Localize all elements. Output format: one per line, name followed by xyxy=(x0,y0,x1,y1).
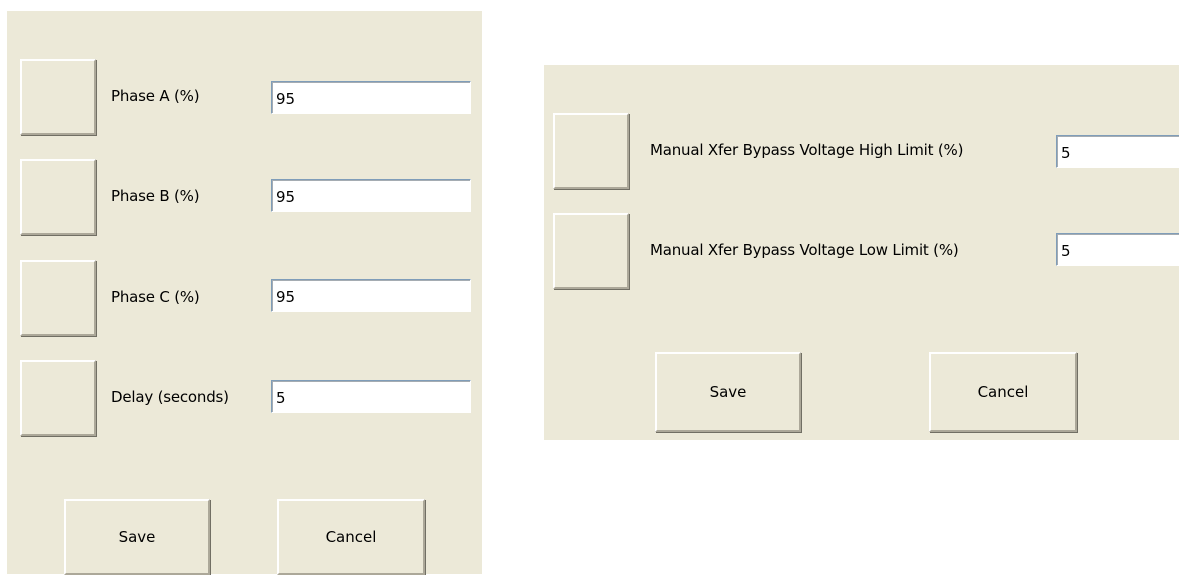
low-limit-label: Manual Xfer Bypass Voltage Low Limit (%) xyxy=(650,241,959,259)
high-limit-input[interactable] xyxy=(1056,135,1179,168)
save-button[interactable]: Save xyxy=(655,352,801,432)
right-dialog: Manual Xfer Bypass Voltage High Limit (%… xyxy=(544,65,1179,440)
high-limit-indicator-button[interactable] xyxy=(553,113,629,189)
cancel-button[interactable]: Cancel xyxy=(277,499,425,575)
phase-b-label: Phase B (%) xyxy=(111,187,200,205)
low-limit-indicator-button[interactable] xyxy=(553,213,629,289)
phase-b-indicator-button[interactable] xyxy=(20,159,96,235)
phase-a-input[interactable] xyxy=(271,81,471,114)
phase-c-indicator-button[interactable] xyxy=(20,260,96,336)
high-limit-label: Manual Xfer Bypass Voltage High Limit (%… xyxy=(650,141,964,159)
phase-c-input[interactable] xyxy=(271,279,471,312)
cancel-button[interactable]: Cancel xyxy=(929,352,1077,432)
delay-label: Delay (seconds) xyxy=(111,388,229,406)
save-button[interactable]: Save xyxy=(64,499,210,575)
low-limit-input[interactable] xyxy=(1056,233,1179,266)
left-dialog: Phase A (%) Phase B (%) Phase C (%) Dela… xyxy=(7,11,482,575)
phase-b-input[interactable] xyxy=(271,179,471,212)
delay-indicator-button[interactable] xyxy=(20,360,96,436)
phase-a-label: Phase A (%) xyxy=(111,87,200,105)
phase-a-indicator-button[interactable] xyxy=(20,59,96,135)
phase-c-label: Phase C (%) xyxy=(111,288,200,306)
delay-input[interactable] xyxy=(271,380,471,413)
